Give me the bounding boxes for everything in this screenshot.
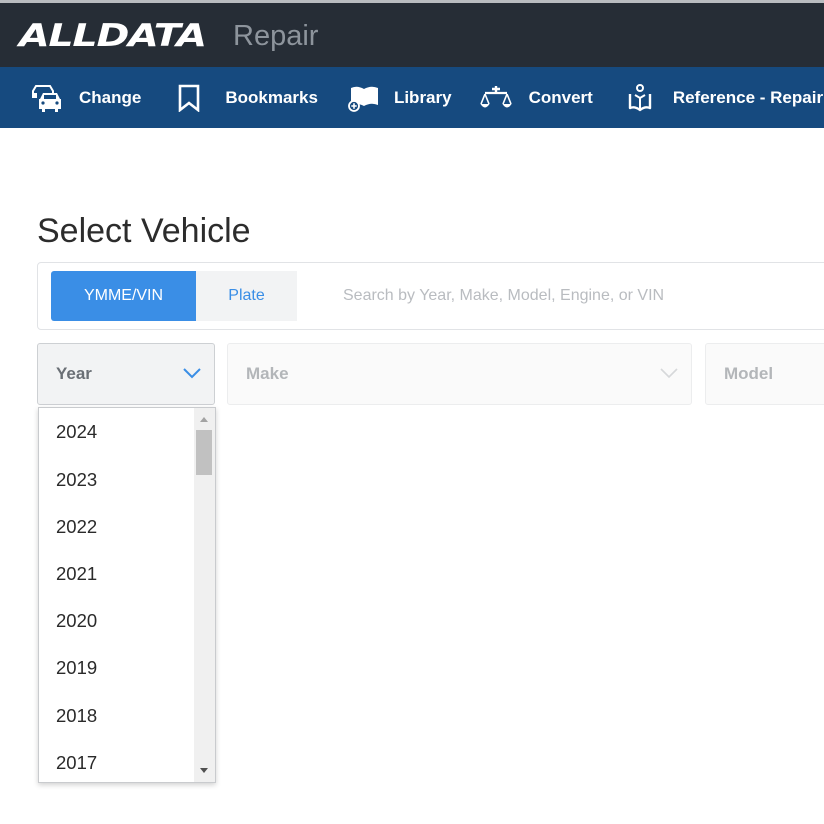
bookmark-icon [177,84,201,112]
reader-icon [627,83,653,113]
model-select[interactable]: Model [705,343,824,405]
page-title: Select Vehicle [37,212,251,250]
vehicle-search-input[interactable] [343,271,823,321]
nav-change-label: Change [79,87,142,107]
year-option[interactable]: 2021 [39,550,195,597]
year-select-label: Year [56,364,92,383]
year-option[interactable]: 2022 [39,503,195,550]
nav-library-label: Library [393,87,452,107]
year-option[interactable]: 2017 [39,739,195,782]
nav-convert-label: Convert [528,87,593,107]
nav-reference[interactable]: Reference - Repair [627,67,823,128]
chevron-down-icon [183,368,201,379]
tab-plate[interactable]: Plate [196,271,297,321]
vehicle-search-panel: YMME/VIN Plate [37,262,824,330]
make-select[interactable]: Make [227,343,692,405]
vehicles-icon [30,83,64,113]
nav-library[interactable]: Library [348,67,452,128]
year-dropdown-list: 2024 2023 2022 2021 2020 2019 2018 2017 [38,407,216,783]
year-option[interactable]: 2023 [39,456,195,503]
year-option[interactable]: 2019 [39,645,195,692]
app-header: ALLDATA Repair [0,0,824,67]
make-select-label: Make [246,364,289,383]
scrollbar-thumb[interactable] [196,430,212,475]
nav-reference-label: Reference - Repair [672,87,824,107]
dropdown-scrollbar[interactable] [194,408,215,782]
scale-icon [479,84,512,112]
year-select[interactable]: Year [37,343,215,405]
tab-ymme-vin[interactable]: YMME/VIN [51,271,196,321]
nav-bookmarks[interactable]: Bookmarks [177,67,318,128]
nav-convert[interactable]: Convert [479,67,593,128]
year-option[interactable]: 2020 [39,598,195,645]
year-options: 2024 2023 2022 2021 2020 2019 2018 2017 [39,408,195,782]
nav-change[interactable]: Change [30,67,141,128]
scroll-up-arrow-icon[interactable] [200,417,208,422]
scroll-down-arrow-icon[interactable] [200,768,208,773]
logo[interactable]: ALLDATA Repair [19,18,318,54]
year-option[interactable]: 2024 [39,408,195,456]
book-add-icon [348,84,380,112]
chevron-down-icon [660,368,678,379]
logo-brand: ALLDATA [19,18,207,54]
year-option[interactable]: 2018 [39,692,195,739]
main-nav: Change Bookmarks Library Convert Referen… [0,67,824,128]
nav-bookmarks-label: Bookmarks [225,87,318,107]
model-select-label: Model [724,364,774,383]
